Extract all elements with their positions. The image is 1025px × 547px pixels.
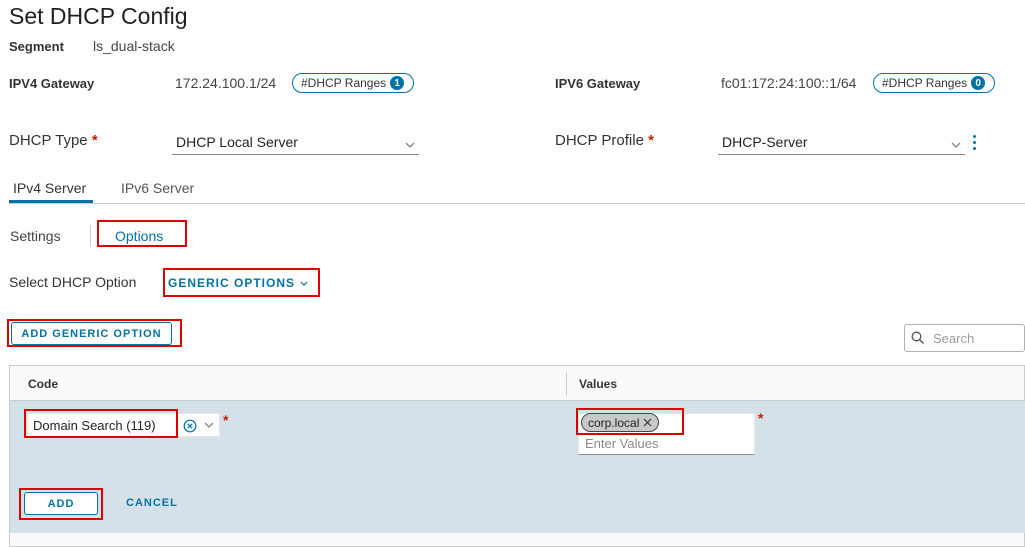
required-marker: * xyxy=(223,412,229,428)
ipv6-dhcp-ranges-count: 0 xyxy=(971,76,986,90)
ipv4-gateway-label: IPV4 Gateway xyxy=(9,76,95,91)
value-chip: corp.local xyxy=(581,413,660,432)
ipv6-dhcp-ranges-badge[interactable]: #DHCP Ranges 0 xyxy=(873,73,995,93)
remove-chip-icon[interactable] xyxy=(643,418,652,427)
search-icon xyxy=(911,331,924,344)
generic-options-value: GENERIC OPTIONS xyxy=(168,276,296,290)
tabs-divider xyxy=(9,203,1025,204)
tab-ipv4-server[interactable]: IPv4 Server xyxy=(13,180,86,196)
chevron-down-icon xyxy=(405,142,415,148)
dhcp-profile-value: DHCP-Server xyxy=(722,134,808,150)
ipv6-gateway-label: IPV6 Gateway xyxy=(555,76,641,91)
add-button[interactable]: ADD xyxy=(24,492,98,515)
page-title: Set DHCP Config xyxy=(9,3,188,29)
ipv4-dhcp-ranges-badge[interactable]: #DHCP Ranges 1 xyxy=(292,73,414,93)
ipv6-dhcp-ranges-label: #DHCP Ranges xyxy=(882,76,968,90)
search-placeholder: Search xyxy=(933,330,975,346)
segment-value: ls_dual-stack xyxy=(93,38,175,54)
column-header-code: Code xyxy=(28,377,58,391)
tab-options[interactable]: Options xyxy=(115,228,163,244)
tab-settings[interactable]: Settings xyxy=(10,228,61,244)
required-marker: * xyxy=(648,132,654,149)
tab-ipv6-server[interactable]: IPv6 Server xyxy=(121,180,194,196)
select-dhcp-option-label: Select DHCP Option xyxy=(9,274,137,290)
required-marker: * xyxy=(758,410,764,426)
search-input[interactable]: Search xyxy=(904,324,1025,352)
ipv4-dhcp-ranges-label: #DHCP Ranges xyxy=(301,76,387,90)
ipv6-gateway-value: fc01:172:24:100::1/64 xyxy=(721,75,857,91)
dhcp-profile-select[interactable]: DHCP-Server xyxy=(718,131,965,155)
chevron-down-icon[interactable] xyxy=(204,422,214,428)
add-generic-option-button[interactable]: ADD GENERIC OPTION xyxy=(11,322,172,345)
cancel-button[interactable]: CANCEL xyxy=(126,497,178,509)
dhcp-profile-label: DHCP Profile * xyxy=(555,132,654,149)
sub-tab-divider xyxy=(90,225,91,247)
ipv4-dhcp-ranges-count: 1 xyxy=(390,76,405,90)
ipv4-gateway-value: 172.24.100.1/24 xyxy=(175,75,277,91)
dhcp-type-select[interactable]: DHCP Local Server xyxy=(172,131,419,155)
required-marker: * xyxy=(91,132,98,149)
column-divider xyxy=(566,372,567,396)
values-placeholder: Enter Values xyxy=(585,436,659,451)
dhcp-type-label: DHCP Type * xyxy=(9,132,98,149)
chevron-down-icon xyxy=(300,281,308,287)
segment-label: Segment xyxy=(9,39,64,54)
dhcp-type-value: DHCP Local Server xyxy=(176,134,298,150)
code-value: Domain Search (119) xyxy=(33,418,156,433)
generic-options-dropdown[interactable]: GENERIC OPTIONS xyxy=(168,276,308,290)
chevron-down-icon xyxy=(951,142,961,148)
value-chip-label: corp.local xyxy=(588,415,640,430)
more-options-icon[interactable] xyxy=(973,135,977,153)
column-header-values: Values xyxy=(579,377,618,391)
clear-icon[interactable] xyxy=(183,419,197,433)
